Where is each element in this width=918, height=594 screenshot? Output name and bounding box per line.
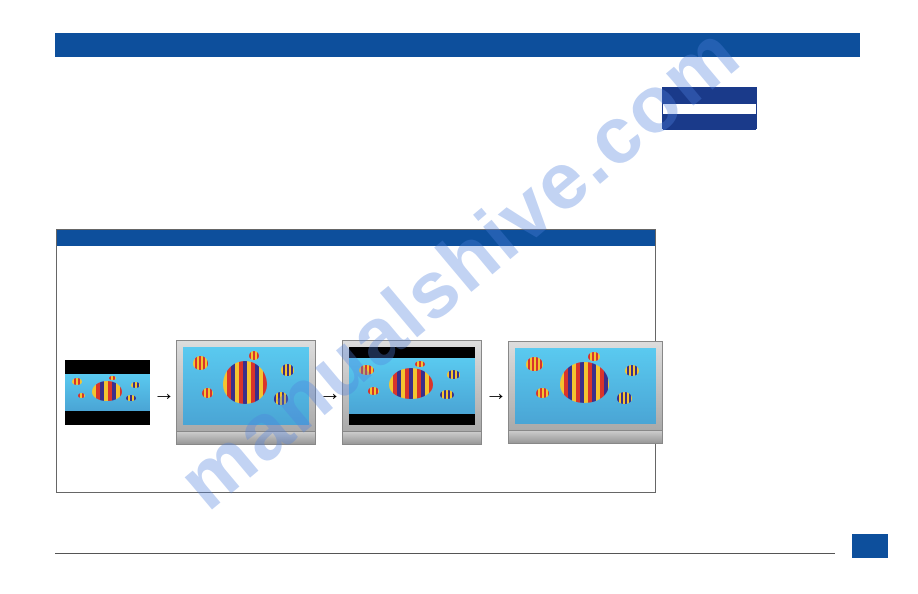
balloon-image (515, 348, 656, 424)
tv-screen (515, 348, 656, 424)
balloon-icon (274, 392, 288, 404)
balloon-image (183, 347, 309, 425)
balloon-image (349, 358, 475, 414)
diagram-row: → → (65, 340, 663, 445)
tv-base (508, 431, 663, 444)
balloon-icon (560, 362, 609, 404)
balloon-icon (368, 387, 379, 395)
arrow-icon: → (153, 380, 173, 406)
balloon-icon (625, 365, 639, 376)
balloon-icon (281, 364, 294, 376)
source-anamorphic-thumb (65, 360, 150, 425)
balloon-icon (588, 352, 599, 361)
tv-base (176, 432, 316, 445)
tv-bezel (342, 340, 482, 432)
balloon-icon (415, 361, 425, 368)
balloon-icon (92, 381, 122, 401)
balloon-icon (617, 392, 633, 404)
arrow-icon: → (485, 380, 505, 406)
balloon-icon (223, 361, 267, 404)
balloon-icon (249, 351, 259, 360)
balloon-icon (126, 395, 135, 401)
footer-rule (55, 553, 835, 554)
flag-icon (662, 87, 757, 129)
balloon-icon (202, 388, 213, 399)
flag-stripe (663, 88, 756, 104)
balloon-icon (389, 368, 433, 399)
tv-screen (349, 347, 475, 425)
tv-bezel (176, 340, 316, 432)
balloon-icon (447, 370, 460, 378)
balloon-icon (78, 393, 86, 398)
header-bar (55, 33, 860, 57)
diagram-header-bar (57, 230, 655, 246)
balloon-icon (526, 357, 543, 371)
balloon-icon (131, 382, 140, 388)
aspect-ratio-diagram: → → (56, 229, 656, 493)
balloon-icon (72, 378, 82, 385)
balloon-icon (536, 388, 549, 399)
tv-screen (183, 347, 309, 425)
tv-base (342, 432, 482, 445)
balloon-icon (440, 390, 454, 399)
tv-4-3-full (176, 340, 316, 445)
arrow-icon: → (319, 380, 339, 406)
flag-stripe (663, 104, 756, 114)
flag-stripe (663, 114, 756, 130)
page-number-tab (852, 534, 888, 558)
balloon-icon (359, 365, 374, 375)
balloon-icon (193, 356, 208, 370)
balloon-image (65, 374, 150, 411)
tv-bezel (508, 341, 663, 431)
tv-16-9-wide (508, 341, 663, 444)
balloon-icon (109, 376, 116, 380)
tv-4-3-letterbox (342, 340, 482, 445)
